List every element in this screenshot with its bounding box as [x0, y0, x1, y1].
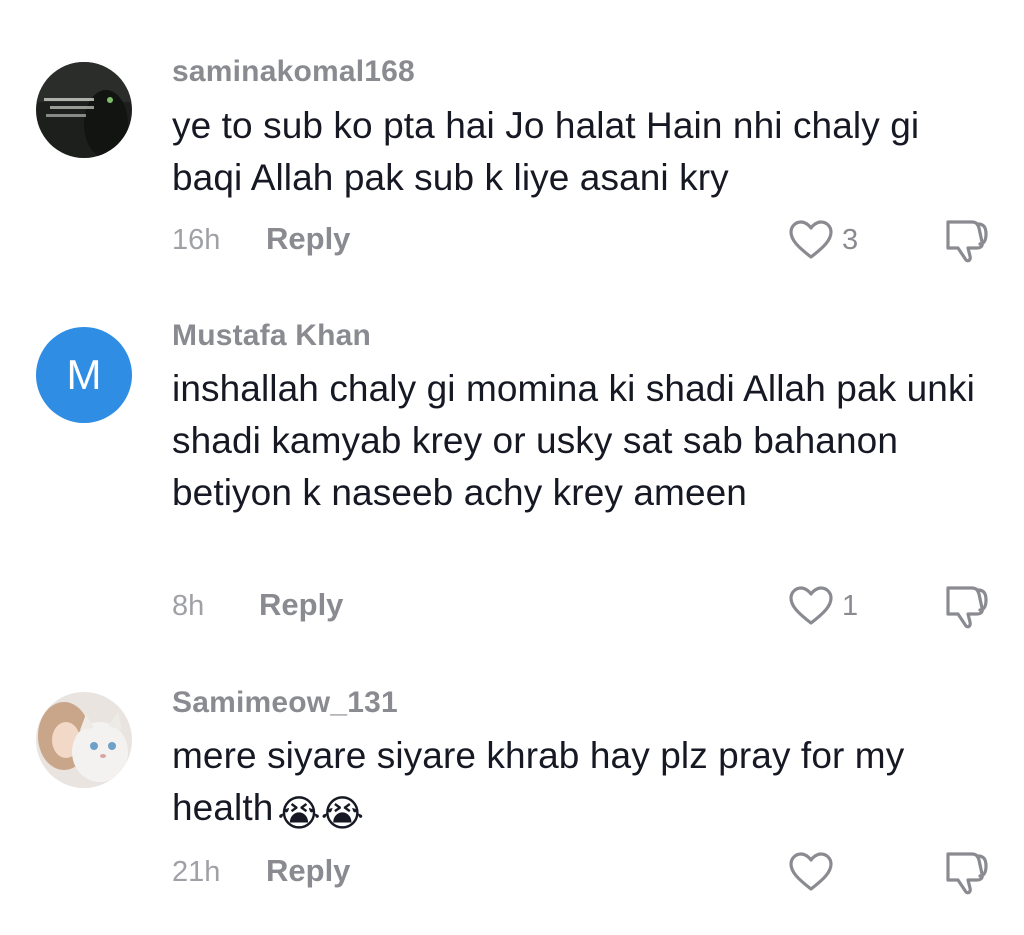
reply-button[interactable]: Reply — [266, 221, 350, 257]
thumbs-down-icon — [946, 586, 988, 629]
like-button[interactable] — [788, 848, 842, 896]
heart-outline-icon — [789, 852, 833, 891]
thumbs-down-icon — [946, 220, 988, 263]
reply-button[interactable]: Reply — [266, 853, 350, 889]
like-count: 3 — [842, 224, 859, 256]
comment-username[interactable]: Mustafa Khan — [172, 318, 371, 354]
avatar[interactable]: M — [36, 327, 132, 423]
thumbs-down-icon — [946, 852, 988, 895]
heart-outline-icon — [789, 220, 833, 259]
comment-timestamp: 8h — [172, 590, 205, 622]
reply-button[interactable]: Reply — [259, 587, 343, 623]
comment-timestamp: 21h — [172, 856, 221, 888]
avatar[interactable] — [36, 692, 132, 788]
dislike-button[interactable] — [940, 846, 992, 898]
comment-username[interactable]: Samimeow_131 — [172, 685, 398, 721]
avatar-image — [36, 62, 132, 158]
dislike-button[interactable] — [940, 580, 992, 632]
like-button[interactable]: 1 — [788, 582, 858, 630]
comment-timestamp: 16h — [172, 224, 221, 256]
comment-text: ye to sub ko pta hai Jo halat Hain nhi c… — [172, 105, 920, 198]
dislike-button[interactable] — [940, 214, 992, 266]
like-button[interactable]: 3 — [788, 216, 858, 264]
avatar-image — [36, 692, 132, 788]
crying-emoji: 😭😭 — [277, 793, 365, 834]
comment-text: inshallah chaly gi momina ki shadi Allah… — [172, 368, 975, 513]
avatar[interactable] — [36, 62, 132, 158]
comment-username[interactable]: saminakomal168 — [172, 54, 415, 90]
heart-outline-icon — [789, 586, 833, 625]
comment-text: mere siyare siyare khrab hay plz pray fo… — [172, 730, 972, 840]
like-count: 1 — [842, 590, 859, 622]
